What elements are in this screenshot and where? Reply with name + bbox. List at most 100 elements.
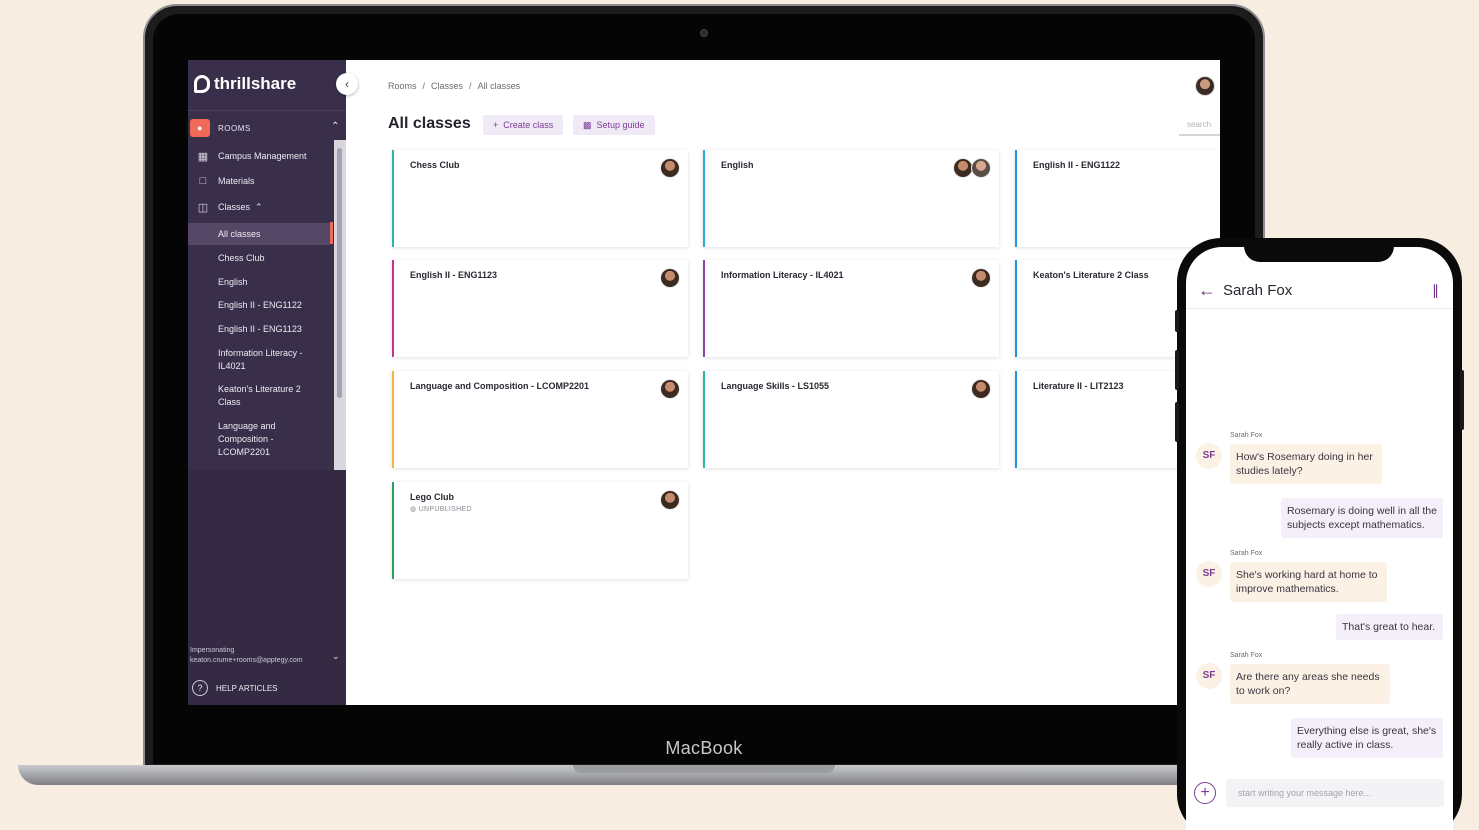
sidebar-item-label: Campus Management xyxy=(218,151,307,161)
message-in: She's working hard at home to improve ma… xyxy=(1230,562,1387,602)
sidebar-item-english[interactable]: English xyxy=(188,276,330,289)
phone-button xyxy=(1175,310,1179,332)
camera-icon xyxy=(700,29,708,37)
help-label: HELP ARTICLES xyxy=(216,683,278,693)
thrillshare-logo-icon xyxy=(194,75,210,93)
active-indicator xyxy=(330,222,333,244)
guide-icon: ▩ xyxy=(583,119,592,130)
sidebar: thrillshare ● ROOMS ⌃ ▦ Campus Managemen… xyxy=(188,60,346,705)
setup-guide-button[interactable]: ▩ Setup guide xyxy=(573,115,655,135)
teacher-avatar xyxy=(660,490,680,510)
teacher-avatar xyxy=(953,158,973,178)
card-title: Chess Club xyxy=(410,160,460,170)
sidebar-item-english-ii-eng1123[interactable]: English II - ENG1123 xyxy=(188,323,330,336)
user-avatar[interactable] xyxy=(1195,76,1215,96)
message-sender: Sarah Fox xyxy=(1230,550,1263,557)
sidebar-item-keatons-literature[interactable]: Keaton's Literature 2 Class xyxy=(188,383,313,409)
chevron-up-icon: ⌃ xyxy=(255,201,263,212)
card-status-label: UNPUBLISHED xyxy=(418,506,472,513)
class-card-language-skills[interactable]: Language Skills - LS1055 xyxy=(703,371,999,468)
card-title: English xyxy=(721,160,754,170)
class-card-information-literacy[interactable]: Information Literacy - IL4021 xyxy=(703,260,999,357)
create-class-button[interactable]: + Create class xyxy=(483,115,564,135)
class-card-english[interactable]: English xyxy=(703,150,999,247)
class-card-chess-club[interactable]: Chess Club xyxy=(392,150,688,247)
teacher-avatar xyxy=(971,158,991,178)
help-articles-link[interactable]: ? HELP ARTICLES xyxy=(192,680,278,696)
impersonating-email: keaton.crume+rooms@apptegy.com xyxy=(190,657,303,664)
breadcrumb-rooms[interactable]: Rooms xyxy=(388,81,417,91)
laptop-notch xyxy=(573,765,835,773)
app-logo[interactable]: thrillshare xyxy=(194,74,296,94)
impersonating-label: Impersonating xyxy=(190,647,235,654)
sidebar-item-classes[interactable]: ◫ Classes ⌃ xyxy=(188,199,333,215)
setup-guide-label: Setup guide xyxy=(596,120,645,130)
breadcrumb-all-classes: All classes xyxy=(477,81,521,91)
folder-icon: □ xyxy=(199,175,207,187)
sidebar-scrollbar[interactable] xyxy=(337,148,342,398)
search-input[interactable]: search xyxy=(1179,118,1220,136)
phone-button xyxy=(1460,370,1464,430)
card-title: Language and Composition - LCOMP2201 xyxy=(410,381,590,391)
class-card-english-ii-eng1123[interactable]: English II - ENG1123 xyxy=(392,260,688,357)
message-sender: Sarah Fox xyxy=(1230,652,1263,659)
sidebar-rooms-header[interactable]: ● ROOMS ⌃ xyxy=(190,118,346,138)
teacher-avatar xyxy=(660,268,680,288)
sidebar-lower xyxy=(188,470,346,705)
message-out: Rosemary is doing well in all the subjec… xyxy=(1281,498,1443,538)
sidebar-item-label: Materials xyxy=(218,176,255,186)
laptop-screen: thrillshare ● ROOMS ⌃ ▦ Campus Managemen… xyxy=(188,60,1220,705)
people-icon: ● xyxy=(190,119,210,137)
sidebar-item-campus-management[interactable]: ▦ Campus Management xyxy=(188,148,333,164)
eye-off-icon: ◍ xyxy=(410,506,419,513)
sender-avatar: SF xyxy=(1196,663,1222,689)
card-status: ◍ UNPUBLISHED xyxy=(410,505,472,513)
card-title: English II - ENG1123 xyxy=(410,270,498,280)
phone-screen: ← Sarah Fox ∥ Sarah Fox SF How's Rosemar… xyxy=(1186,247,1453,830)
sidebar-divider xyxy=(188,110,346,111)
card-title: Language Skills - LS1055 xyxy=(721,381,830,391)
message-input[interactable]: start writing your message here... xyxy=(1226,779,1444,807)
sidebar-item-all-classes[interactable]: All classes xyxy=(188,223,330,245)
chevron-up-icon: ⌃ xyxy=(331,121,340,132)
card-title: English II - ENG1122 xyxy=(1033,160,1121,170)
sender-avatar: SF xyxy=(1196,443,1222,469)
chat-title: Sarah Fox xyxy=(1223,282,1293,299)
message-in: How's Rosemary doing in her studies late… xyxy=(1230,444,1382,484)
page-title: All classes xyxy=(388,115,471,132)
chevron-down-icon[interactable]: ⌄ xyxy=(332,651,340,662)
laptop-brand: MacBook xyxy=(665,738,743,758)
message-out: Everything else is great, she's really a… xyxy=(1291,718,1443,758)
sidebar-item-chess-club[interactable]: Chess Club xyxy=(188,252,330,265)
book-icon: ◫ xyxy=(197,201,209,214)
campus-icon: ▦ xyxy=(197,150,209,163)
app-name: thrillshare xyxy=(214,74,297,93)
class-card-english-ii-eng1122[interactable]: English II - ENG1122 xyxy=(1015,150,1220,247)
help-icon: ? xyxy=(192,680,208,696)
card-title: Lego Club xyxy=(410,492,454,502)
sender-avatar: SF xyxy=(1196,561,1222,587)
add-attachment-button[interactable]: + xyxy=(1194,782,1216,804)
phone-button xyxy=(1175,402,1179,442)
phone-button xyxy=(1175,350,1179,390)
card-title: Keaton's Literature 2 Class xyxy=(1033,270,1149,280)
sidebar-item-information-literacy[interactable]: Information Literacy - IL4021 xyxy=(188,347,313,373)
class-card-lego-club[interactable]: Lego Club ◍ UNPUBLISHED xyxy=(392,482,688,579)
breadcrumb-classes[interactable]: Classes xyxy=(431,81,463,91)
teacher-avatar xyxy=(971,268,991,288)
sidebar-item-materials[interactable]: □ Materials xyxy=(188,173,333,189)
breadcrumb: Rooms / Classes / All classes xyxy=(388,81,521,91)
back-arrow-icon[interactable]: ← xyxy=(1198,280,1216,301)
impersonating-info: Impersonating keaton.crume+rooms@apptegy… xyxy=(190,646,303,666)
teacher-avatar xyxy=(971,379,991,399)
message-in: Are there any areas she needs to work on… xyxy=(1230,664,1390,704)
sidebar-item-language-composition[interactable]: Language and Composition - LCOMP2201 xyxy=(188,420,293,459)
teacher-avatar xyxy=(660,158,680,178)
attachment-icon[interactable]: ∥ xyxy=(1432,282,1439,299)
collapse-sidebar-button[interactable]: ‹ xyxy=(336,73,358,95)
sidebar-item-english-ii-eng1122[interactable]: English II - ENG1122 xyxy=(188,299,330,312)
message-out: That's great to hear. xyxy=(1336,614,1443,640)
teacher-avatar xyxy=(660,379,680,399)
class-card-language-composition[interactable]: Language and Composition - LCOMP2201 xyxy=(392,371,688,468)
rooms-label: ROOMS xyxy=(218,123,251,133)
